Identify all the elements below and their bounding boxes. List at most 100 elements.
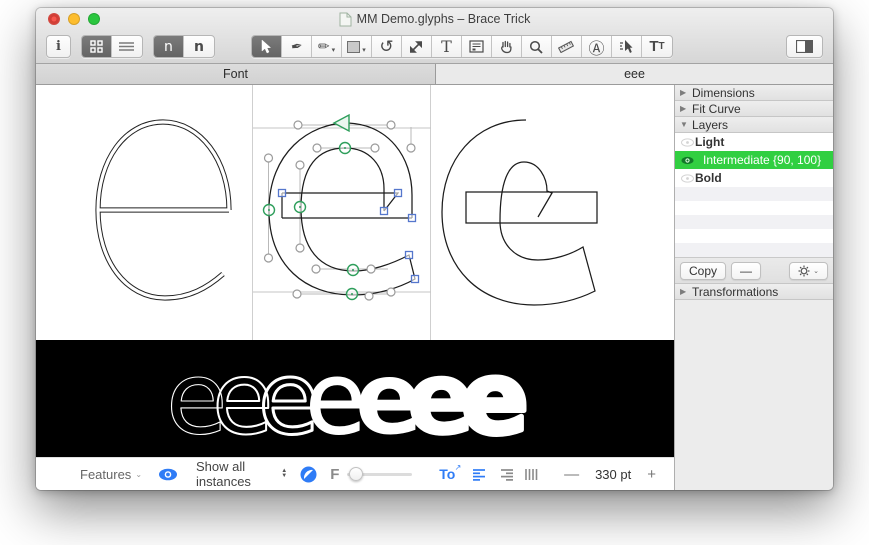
start-node-triangle [332, 113, 350, 133]
cursor-plus-icon [620, 40, 633, 53]
layer-row-light[interactable]: Light [675, 133, 833, 151]
instances-dropdown[interactable]: Show all instances [196, 459, 278, 489]
panel-transformations[interactable]: ▶ Transformations [675, 284, 833, 300]
right-sidebar: ▶ Dimensions ▶ Fit Curve ▼ Layers Light [674, 85, 833, 490]
circle-a-icon: Ⓐ [588, 40, 605, 58]
copy-layer-button[interactable]: Copy [680, 261, 727, 280]
glyph-cell-intermediate[interactable] [253, 85, 431, 340]
to-arrow-icon: ↗ [454, 463, 462, 472]
n-outline-icon: n [164, 38, 173, 55]
eye-icon [680, 137, 694, 147]
flipped-preview-button[interactable]: F [330, 466, 339, 483]
text-tool[interactable]: T [432, 36, 462, 57]
sidebar-toggle-icon [796, 40, 813, 53]
panel-dimensions[interactable]: ▶ Dimensions [675, 85, 833, 101]
magnifier-icon [530, 40, 544, 54]
scale-tool[interactable] [402, 36, 432, 57]
info-icon: i [56, 39, 61, 54]
glyph-display-segment: n n [152, 35, 215, 58]
layer-visibility-toggle[interactable] [679, 173, 695, 183]
preview-glyph: e [461, 340, 529, 457]
measure-tool[interactable] [552, 36, 582, 57]
layer-row-bold[interactable]: Bold [675, 169, 833, 187]
list-view-button[interactable] [112, 36, 142, 57]
instances-stepper[interactable]: ▲ ▼ [281, 468, 288, 479]
pencil-icon: ✏ [317, 38, 330, 54]
layer-options-button[interactable]: ⌄ [789, 261, 828, 280]
titlebar: MM Demo.glyphs – Brace Trick [36, 8, 833, 30]
tt-small-icon: T [658, 41, 665, 52]
invert-preview-button[interactable] [300, 466, 317, 483]
glyph-cell-light[interactable] [36, 85, 253, 340]
other-tools[interactable]: ✏ ▾ [312, 36, 342, 57]
tab-font[interactable]: Font [36, 64, 436, 85]
glyphs-app-window: MM Demo.glyphs – Brace Trick i n n ✒ ✏ ▾… [36, 8, 833, 490]
zoom-out-button[interactable]: — [558, 466, 585, 483]
grid-view-button[interactable] [81, 36, 112, 57]
grid-icon [90, 40, 103, 53]
preview-size-slider[interactable] [347, 467, 412, 481]
layer-visibility-toggle[interactable] [679, 137, 695, 147]
sidebar-filler [675, 300, 833, 490]
annotation-icon [469, 40, 484, 53]
zoom-value: 330 pt [595, 466, 632, 482]
rotate-icon: ↺ [379, 36, 394, 56]
vertical-bars-icon [525, 468, 538, 480]
panel-layers[interactable]: ▼ Layers [675, 117, 833, 133]
plugin-tool[interactable]: Ⓐ [582, 36, 612, 58]
kerning-toggle[interactable]: To ↗ [439, 463, 461, 482]
gear-icon [798, 265, 810, 276]
layer-visibility-toggle[interactable] [679, 156, 695, 165]
preview-strip[interactable]: e e e e e e e [36, 338, 674, 460]
chevron-down-icon: ▾ [331, 47, 336, 54]
layer-name: Bold [695, 171, 722, 185]
glyph-edit-area [36, 85, 674, 340]
tab-eee[interactable]: eee [436, 64, 833, 85]
slider-knob[interactable] [349, 467, 364, 481]
rectangle-icon [347, 40, 361, 53]
eye-icon [680, 173, 694, 183]
layer-name: Light [695, 135, 725, 149]
align-right-button[interactable] [498, 468, 514, 481]
intermediate-e-editing [253, 113, 431, 301]
preview-eye-button[interactable] [158, 468, 178, 481]
remove-layer-button[interactable]: — [731, 261, 762, 280]
hand-tool[interactable] [492, 36, 522, 57]
select-tool[interactable] [251, 36, 282, 57]
scale-arrow-icon [410, 40, 423, 53]
ruler-icon [558, 40, 575, 53]
features-menu[interactable]: Features [80, 467, 131, 482]
panel-transformations-label: Transformations [692, 284, 779, 299]
text-preview-tool[interactable]: TT [642, 36, 672, 57]
zoom-tool[interactable] [522, 36, 552, 57]
window-title: MM Demo.glyphs – Brace Trick [356, 12, 531, 26]
zoom-in-button[interactable]: + [641, 466, 662, 483]
panel-layers-label: Layers [692, 117, 729, 132]
panel-fit-curve[interactable]: ▶ Fit Curve [675, 101, 833, 117]
align-right-icon [501, 468, 514, 481]
zoom-window-button[interactable] [88, 13, 100, 25]
outline-view-button[interactable]: n [153, 36, 184, 57]
annotation-tool[interactable] [462, 36, 492, 57]
stepper-down-icon: ▼ [281, 473, 288, 479]
disclosure-triangle-icon: ▶ [680, 104, 687, 113]
layer-row-intermediate[interactable]: Intermediate {90, 100} [675, 151, 833, 169]
rotate-tool[interactable]: ↺ [372, 36, 402, 57]
contrast-circle-icon [300, 466, 317, 482]
preview-text: e e e e e e e [165, 338, 531, 460]
select-instances-tool[interactable] [612, 36, 642, 57]
minimize-button[interactable] [68, 13, 80, 25]
tab-eee-label: eee [624, 67, 645, 81]
align-left-button[interactable] [472, 468, 488, 481]
solid-view-button[interactable]: n [184, 36, 214, 57]
toggle-sidebar-button[interactable] [786, 35, 823, 58]
primitives-tool[interactable]: ▾ [342, 36, 372, 57]
glyph-cell-bold[interactable] [431, 85, 673, 340]
vertical-layout-button[interactable] [524, 468, 539, 481]
disclosure-triangle-icon: ▼ [680, 120, 688, 129]
chevron-down-icon: ▾ [362, 47, 366, 54]
close-button[interactable] [48, 13, 60, 25]
info-button[interactable]: i [46, 35, 71, 58]
draw-tool[interactable]: ✒ [282, 36, 312, 57]
tt-large-icon: T [649, 38, 659, 55]
